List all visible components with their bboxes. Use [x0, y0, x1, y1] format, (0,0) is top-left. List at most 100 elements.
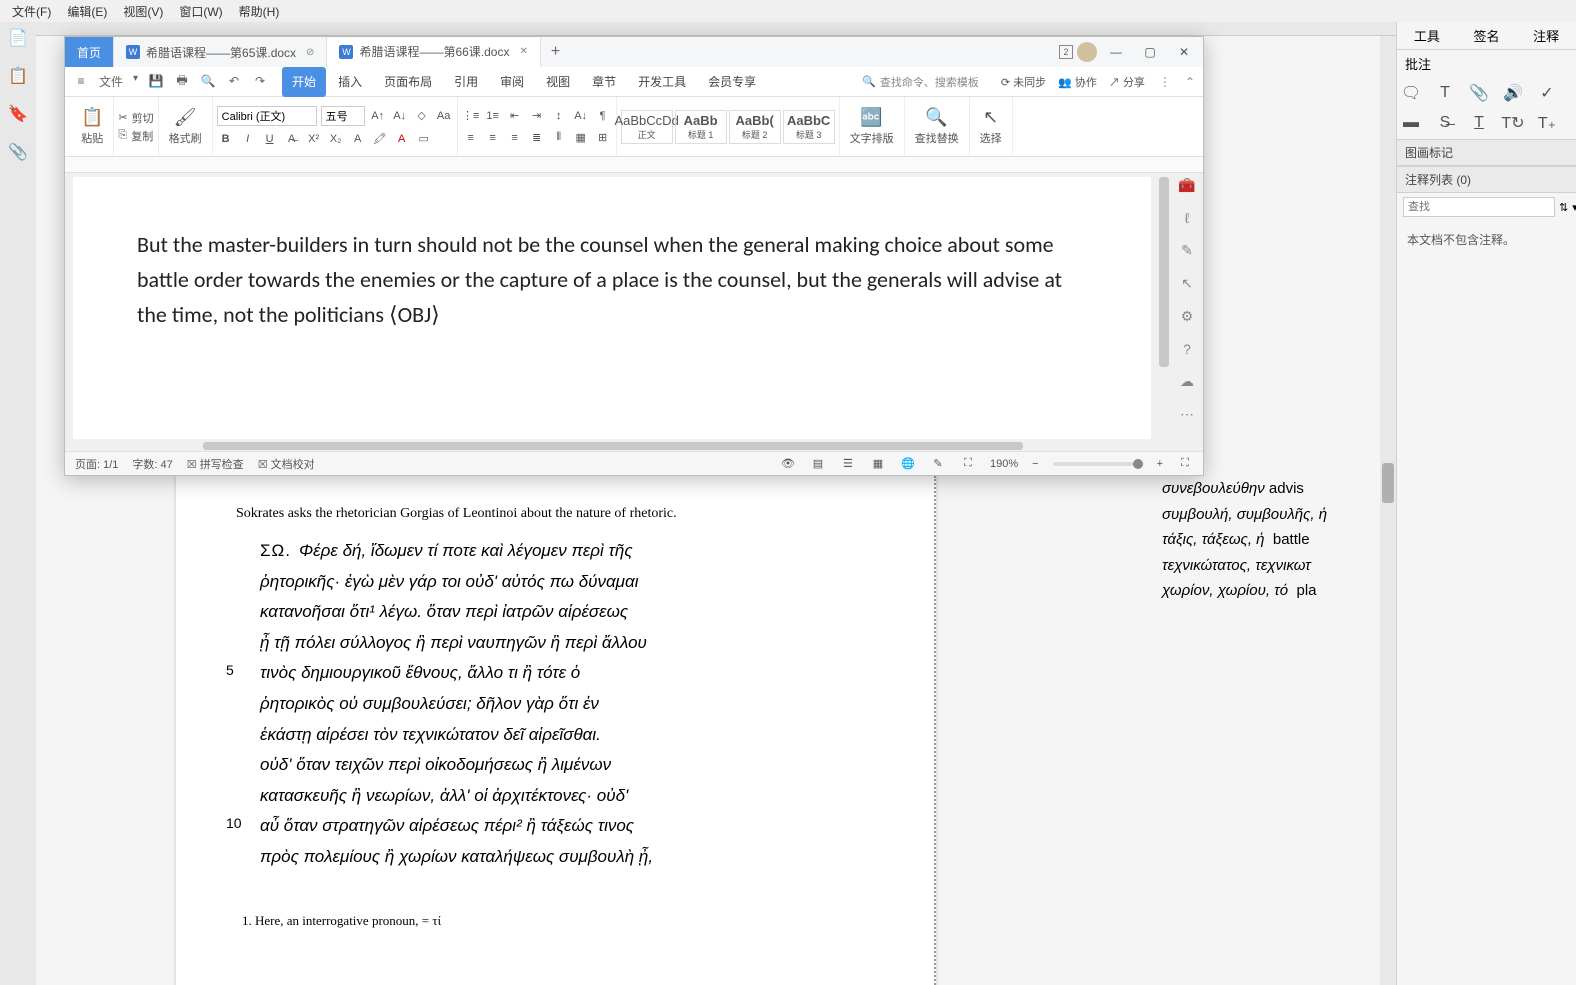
doc-vscrollbar[interactable]	[1157, 173, 1171, 441]
style-gallery[interactable]: AaBbCcDd正文 AaBb标题 1 AaBb(标题 2 AaBbC标题 3	[621, 110, 835, 144]
ruler[interactable]	[65, 157, 1203, 173]
print-preview-icon[interactable]: 🔍	[200, 73, 216, 89]
settings-icon[interactable]: ⚙	[1181, 308, 1194, 325]
collab-button[interactable]: 👥 协作	[1058, 74, 1097, 90]
char-border-icon[interactable]: ▭	[415, 130, 433, 148]
save-icon[interactable]: 💾	[148, 73, 164, 89]
status-spellcheck[interactable]: ☒ 拼写检查	[187, 456, 244, 472]
align-left-icon[interactable]: ≡	[462, 129, 480, 147]
user-avatar[interactable]	[1077, 42, 1097, 62]
doc-vscroll-thumb[interactable]	[1159, 177, 1169, 367]
clear-format-icon[interactable]: ◇	[413, 107, 431, 125]
select-button[interactable]: ↖选择	[974, 107, 1008, 146]
paste-button[interactable]: 📋粘贴	[75, 107, 109, 146]
sync-status[interactable]: ⟳ 未同步	[1001, 74, 1046, 90]
menu-help[interactable]: 帮助(H)	[231, 3, 288, 20]
doc-hscrollbar[interactable]	[73, 441, 1151, 451]
insert-text-icon[interactable]: T₊	[1537, 113, 1557, 133]
zoom-slider-thumb[interactable]	[1133, 459, 1143, 469]
undo-icon[interactable]: ↶	[226, 73, 242, 89]
underline-t-icon[interactable]: T	[1469, 113, 1489, 133]
cursor-icon[interactable]: ↖	[1181, 275, 1193, 292]
read-view-icon[interactable]: ▦	[870, 456, 886, 472]
document-page[interactable]: But the master-builders in turn should n…	[73, 177, 1151, 439]
ribbon-tab-member[interactable]: 会员专享	[698, 67, 766, 97]
highlight-icon[interactable]: ▬	[1401, 113, 1421, 133]
section-annotations-list[interactable]: 注释列表 (0)	[1397, 166, 1576, 193]
zoom-slider[interactable]	[1053, 462, 1143, 466]
style-normal[interactable]: AaBbCcDd正文	[621, 110, 673, 144]
line-spacing-icon[interactable]: ↕	[550, 107, 568, 125]
format-painter-button[interactable]: 🖌格式刷	[163, 107, 208, 146]
decrease-indent-icon[interactable]: ⇤	[506, 107, 524, 125]
new-tab-button[interactable]: +	[541, 43, 570, 61]
shading-icon[interactable]: ▦	[572, 129, 590, 147]
highlight-color-icon[interactable]: 🖍	[371, 130, 389, 148]
change-case-icon[interactable]: Aa	[435, 107, 453, 125]
text-layout-button[interactable]: 🔤文字排版	[844, 107, 900, 146]
minimize-button[interactable]: —	[1101, 37, 1131, 67]
zoom-in-button[interactable]: +	[1157, 458, 1163, 470]
pen-icon[interactable]: ✎	[1181, 242, 1193, 259]
file-menu[interactable]: 文件	[99, 73, 123, 90]
stamp-icon[interactable]: ✓	[1537, 83, 1557, 103]
annotation-search-input[interactable]	[1403, 197, 1555, 217]
style-pane-icon[interactable]: ℓ	[1185, 210, 1190, 226]
style-h2[interactable]: AaBb(标题 2	[729, 110, 781, 144]
fit-width-icon[interactable]: ⛶	[960, 456, 976, 472]
clipboard-icon[interactable]: 📋	[8, 66, 28, 86]
close-tab-icon[interactable]: ✕	[519, 46, 527, 57]
outline-view-icon[interactable]: ☰	[840, 456, 856, 472]
audio-icon[interactable]: 🔊	[1503, 83, 1523, 103]
menu-window[interactable]: 窗口(W)	[171, 3, 230, 20]
ribbon-tab-page[interactable]: 页面布局	[374, 67, 442, 97]
copy-button[interactable]: ⎘ 复制	[118, 128, 153, 144]
justify-icon[interactable]: ≣	[528, 129, 546, 147]
redo-icon[interactable]: ↷	[252, 73, 268, 89]
ribbon-tab-start[interactable]: 开始	[282, 67, 326, 97]
command-search[interactable]: 🔍 查找命令、搜索模板	[862, 74, 979, 90]
open-file-icon[interactable]: 📄	[8, 28, 28, 48]
shrink-font-icon[interactable]: A↓	[391, 107, 409, 125]
menu-edit[interactable]: 编辑(E)	[59, 3, 115, 20]
file-dropdown-icon[interactable]: ▾	[133, 73, 138, 90]
font-color-icon[interactable]: A	[393, 130, 411, 148]
underline-button[interactable]: U	[261, 130, 279, 148]
close-button[interactable]: ✕	[1169, 37, 1199, 67]
superscript-button[interactable]: X²	[305, 130, 323, 148]
ribbon-tab-review[interactable]: 审阅	[490, 67, 534, 97]
italic-button[interactable]: I	[239, 130, 257, 148]
eye-mode-icon[interactable]: 👁	[780, 456, 796, 472]
notification-badge[interactable]: 2	[1059, 45, 1073, 59]
sort-icon[interactable]: A↓	[572, 107, 590, 125]
sort-icon[interactable]: ⇅	[1559, 201, 1568, 214]
style-h3[interactable]: AaBbC标题 3	[783, 110, 835, 144]
text-tool-icon[interactable]: T	[1435, 83, 1455, 103]
grow-font-icon[interactable]: A↑	[369, 107, 387, 125]
print-icon[interactable]: 🖶	[174, 73, 190, 89]
wps-tab-home[interactable]: 首页	[65, 37, 114, 67]
tab-annotate[interactable]: 注释	[1516, 22, 1576, 49]
text-effects-icon[interactable]: A	[349, 130, 367, 148]
maximize-button[interactable]: ▢	[1135, 37, 1165, 67]
pdf-vscrollbar[interactable]	[1380, 36, 1396, 985]
ribbon-collapse-icon[interactable]: ⌃	[1185, 75, 1195, 89]
ribbon-tab-chapter[interactable]: 章节	[582, 67, 626, 97]
filter-icon[interactable]: ▾	[1572, 201, 1576, 214]
menu-icon[interactable]: ≡	[73, 73, 89, 89]
strike-icon[interactable]: S̶	[1435, 113, 1455, 133]
wps-tab-doc2[interactable]: W 希腊语课程——第66课.docx ✕	[327, 38, 540, 68]
document-body-text[interactable]: But the master-builders in turn should n…	[137, 227, 1087, 333]
distribute-icon[interactable]: ⫴	[550, 129, 568, 147]
font-name-select[interactable]	[217, 106, 317, 126]
status-proofread[interactable]: ☒ 文档校对	[258, 456, 315, 472]
focus-mode-icon[interactable]: ✎	[930, 456, 946, 472]
ribbon-more-icon[interactable]: ⋮	[1159, 75, 1171, 89]
numbering-icon[interactable]: 1≡	[484, 107, 502, 125]
close-tab-icon[interactable]: ⊘	[306, 47, 314, 58]
tab-sign[interactable]: 签名	[1457, 22, 1517, 49]
style-h1[interactable]: AaBb标题 1	[675, 110, 727, 144]
ribbon-tab-view[interactable]: 视图	[536, 67, 580, 97]
increase-indent-icon[interactable]: ⇥	[528, 107, 546, 125]
menu-file[interactable]: 文件(F)	[4, 3, 59, 20]
